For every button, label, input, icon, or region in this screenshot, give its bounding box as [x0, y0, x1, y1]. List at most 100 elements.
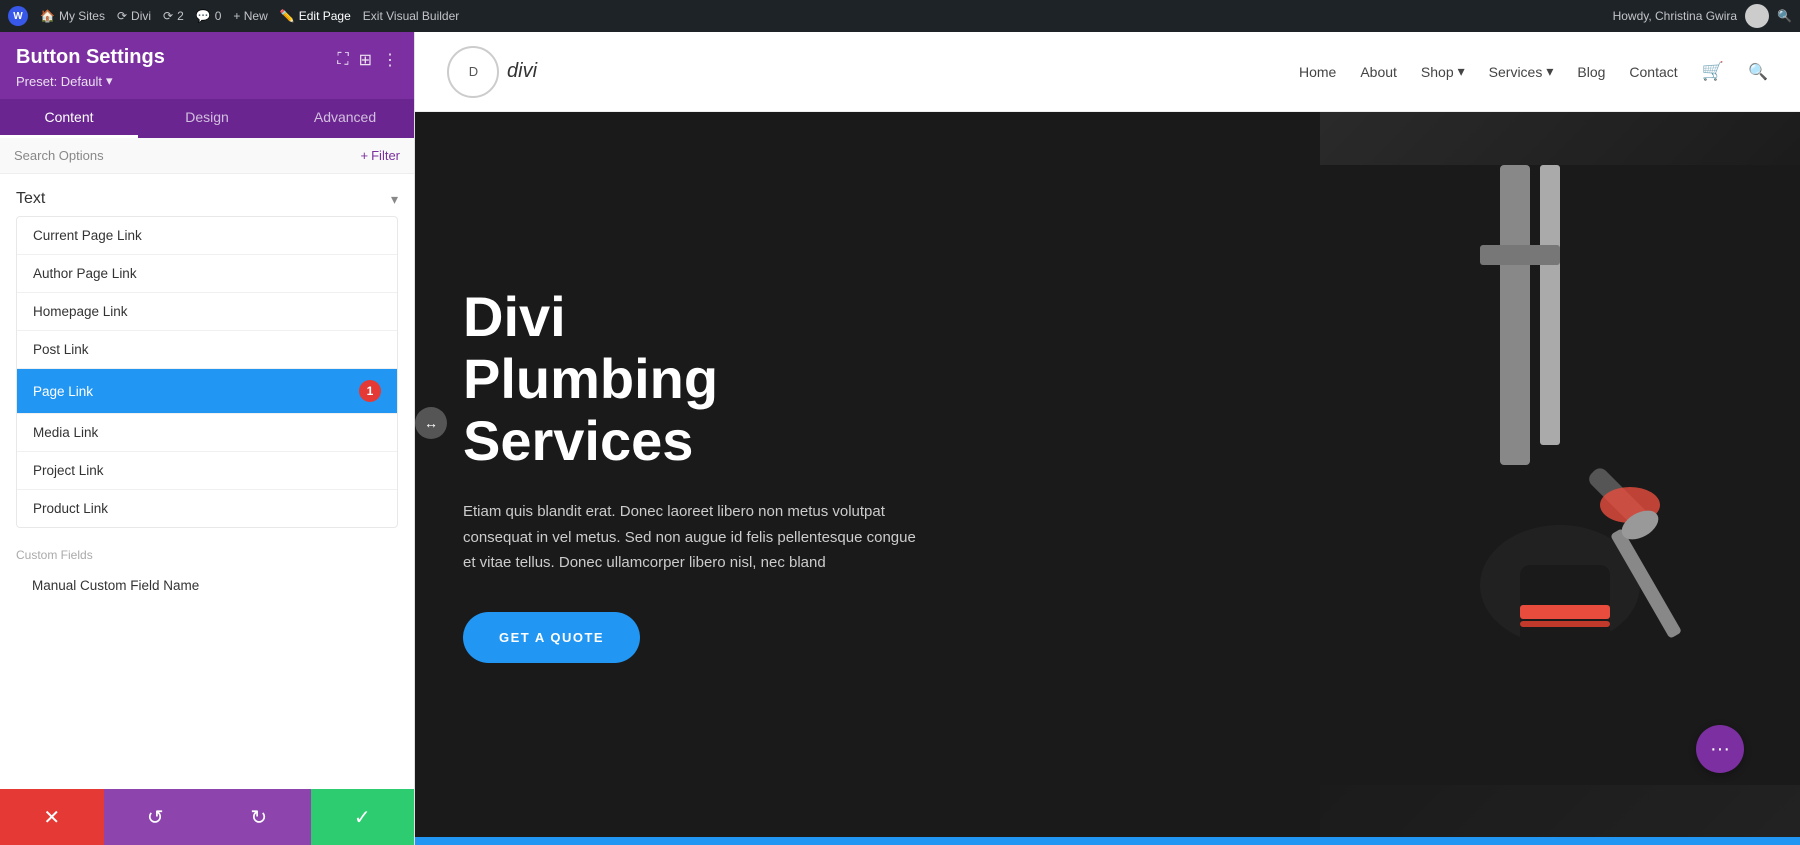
text-section-chevron[interactable]: ▾	[391, 191, 398, 208]
link-item-label: Media Link	[33, 425, 98, 440]
list-item-page-link[interactable]: Page Link 1	[17, 369, 397, 414]
link-item-label: Current Page Link	[33, 228, 142, 243]
list-item[interactable]: Current Page Link	[17, 217, 397, 255]
updates-btn[interactable]: ⟳ 2	[163, 9, 184, 23]
shop-dropdown-icon: ▾	[1458, 63, 1465, 80]
fullscreen-icon[interactable]: ⛶	[337, 51, 348, 69]
resize-handle[interactable]: ↔	[415, 407, 447, 439]
more-options-icon[interactable]: ⋮	[382, 50, 398, 70]
fab-button[interactable]: ···	[1696, 725, 1744, 773]
preview-area: D divi Home About Shop ▾ Services ▾ Blog…	[415, 32, 1800, 845]
link-item-label: Author Page Link	[33, 266, 137, 281]
text-section-title: Text	[16, 190, 45, 208]
fab-dots-icon: ···	[1710, 738, 1730, 761]
panel-header-actions: ⛶ ⊞ ⋮	[337, 50, 398, 70]
tab-content[interactable]: Content	[0, 99, 138, 138]
tab-design[interactable]: Design	[138, 99, 276, 138]
undo-button[interactable]: ↺	[104, 789, 208, 845]
nav-blog[interactable]: Blog	[1577, 64, 1605, 80]
nav-contact[interactable]: Contact	[1629, 64, 1677, 80]
tab-advanced[interactable]: Advanced	[276, 99, 414, 138]
chevron-down-icon: ▾	[106, 73, 113, 89]
my-sites-label: My Sites	[59, 9, 105, 23]
admin-bar: W 🏠 My Sites ⟳ Divi ⟳ 2 💬 0 + New ✏️ Edi…	[0, 0, 1800, 32]
list-item[interactable]: Author Page Link	[17, 255, 397, 293]
link-item-label: Product Link	[33, 501, 108, 516]
panel-header: Button Settings Preset: Default ▾ ⛶ ⊞ ⋮	[0, 32, 414, 99]
list-item[interactable]: Product Link	[17, 490, 397, 527]
confirm-icon: ✓	[354, 805, 371, 830]
pencil-icon: ✏️	[280, 9, 295, 23]
wp-logo-icon: W	[8, 6, 28, 26]
search-icon[interactable]: 🔍	[1777, 9, 1792, 23]
panel-tabs: Content Design Advanced	[0, 99, 414, 138]
services-dropdown-icon: ▾	[1546, 63, 1553, 80]
left-panel: Button Settings Preset: Default ▾ ⛶ ⊞ ⋮ …	[0, 32, 415, 845]
redo-icon: ↻	[250, 805, 267, 830]
cancel-button[interactable]: ✕	[0, 789, 104, 845]
comments-btn[interactable]: 💬 0	[196, 9, 222, 23]
confirm-button[interactable]: ✓	[311, 789, 415, 845]
edit-page-label: Edit Page	[299, 9, 351, 23]
undo-icon: ↺	[147, 805, 164, 830]
edit-page-btn[interactable]: ✏️ Edit Page	[280, 9, 351, 23]
search-options-input[interactable]: Search Options	[14, 148, 361, 163]
link-list-dots-icon[interactable]: ⋮	[395, 228, 398, 253]
site-nav: Home About Shop ▾ Services ▾ Blog Contac…	[1299, 61, 1768, 82]
cancel-icon: ✕	[43, 805, 60, 830]
nav-services[interactable]: Services ▾	[1489, 63, 1554, 80]
nav-cart-icon[interactable]: 🛒	[1702, 61, 1724, 82]
panel-actions: ✕ ↺ ↻ ✓	[0, 789, 414, 845]
page-link-badge: 1	[359, 380, 381, 402]
text-section-header: Text ▾	[0, 174, 414, 216]
list-item[interactable]: Homepage Link	[17, 293, 397, 331]
list-item[interactable]: Project Link	[17, 452, 397, 490]
hero-title: DiviPlumbingServices	[463, 286, 1272, 471]
exit-builder-btn[interactable]: Exit Visual Builder	[363, 9, 460, 23]
hero-left: DiviPlumbingServices Etiam quis blandit …	[415, 112, 1320, 837]
columns-icon[interactable]: ⊞	[359, 50, 372, 70]
preset-label: Preset: Default	[16, 74, 102, 89]
new-btn[interactable]: + New	[233, 9, 267, 23]
custom-field-item[interactable]: Manual Custom Field Name	[16, 568, 398, 603]
divi-icon: ⟳	[117, 9, 127, 23]
link-item-label: Page Link	[33, 384, 93, 399]
nav-shop[interactable]: Shop ▾	[1421, 63, 1465, 80]
home-icon: 🏠	[40, 9, 55, 23]
panel-title: Button Settings	[16, 46, 165, 69]
panel-search: Search Options + Filter	[0, 138, 414, 174]
my-sites-btn[interactable]: 🏠 My Sites	[40, 9, 105, 23]
hero-cta-button[interactable]: GET A QUOTE	[463, 612, 640, 663]
custom-fields-section: Custom Fields Manual Custom Field Name	[0, 540, 414, 607]
filter-plus-icon: +	[361, 148, 369, 163]
panel-preset: Preset: Default ▾	[16, 73, 165, 89]
link-item-label: Project Link	[33, 463, 104, 478]
comments-icon: 💬	[196, 9, 211, 23]
updates-icon: ⟳	[163, 9, 173, 23]
nav-about[interactable]: About	[1360, 64, 1397, 80]
user-greeting: Howdy, Christina Gwira	[1613, 9, 1737, 23]
custom-fields-label: Custom Fields	[16, 548, 398, 562]
list-item[interactable]: Media Link	[17, 414, 397, 452]
exit-builder-label: Exit Visual Builder	[363, 9, 460, 23]
filter-label: Filter	[371, 148, 400, 163]
list-item[interactable]: Post Link	[17, 331, 397, 369]
logo-circle: D	[447, 46, 499, 98]
link-item-label: Homepage Link	[33, 304, 128, 319]
panel-content: Text ▾ ⋮ Current Page Link Author Page L…	[0, 174, 414, 789]
site-name-btn[interactable]: ⟳ Divi	[117, 9, 151, 23]
hero-body: Etiam quis blandit erat. Donec laoreet l…	[463, 499, 923, 576]
site-name-label: Divi	[131, 9, 151, 23]
logo-text: divi	[507, 60, 537, 83]
wp-logo-btn[interactable]: W	[8, 6, 28, 26]
new-label: + New	[233, 9, 267, 23]
custom-field-name: Manual Custom Field Name	[32, 578, 199, 593]
site-logo: D divi	[447, 46, 537, 98]
filter-button[interactable]: + Filter	[361, 148, 400, 163]
hero-section: DiviPlumbingServices Etiam quis blandit …	[415, 112, 1800, 837]
blue-bottom-bar	[415, 837, 1800, 845]
admin-bar-right: Howdy, Christina Gwira 🔍	[1613, 4, 1792, 28]
redo-button[interactable]: ↻	[207, 789, 311, 845]
nav-search-icon[interactable]: 🔍	[1748, 62, 1768, 82]
nav-home[interactable]: Home	[1299, 64, 1336, 80]
